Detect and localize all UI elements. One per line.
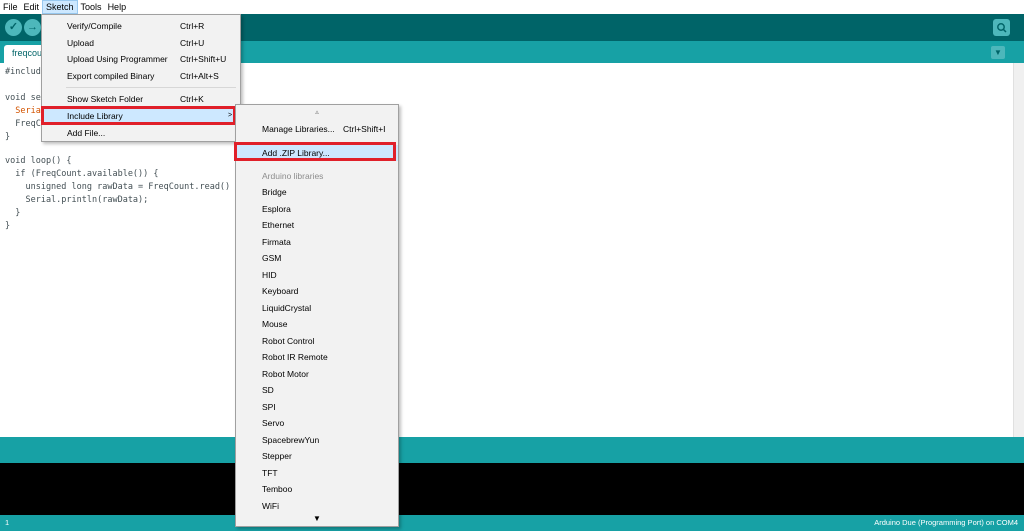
line-number: 1 xyxy=(5,518,10,527)
upload-button[interactable]: → xyxy=(24,19,41,36)
menu-item-add-file[interactable]: Add File... xyxy=(42,125,240,141)
menu-item-shortcut: Ctrl+Shift+U xyxy=(180,54,227,64)
library-item[interactable]: Robot IR Remote xyxy=(236,349,398,365)
library-item[interactable]: SPI xyxy=(236,399,398,415)
library-item-label: Robot Control xyxy=(262,336,315,346)
code-line: Seria xyxy=(5,106,41,116)
library-item[interactable]: Robot Control xyxy=(236,333,398,349)
library-item-label: Stepper xyxy=(262,451,292,461)
library-item[interactable]: SpacebrewYun xyxy=(236,432,398,448)
tab-menu-button[interactable]: ▼ xyxy=(991,46,1005,59)
library-item-label: Firmata xyxy=(262,237,291,247)
menu-item-shortcut: Ctrl+Shift+I xyxy=(343,124,386,134)
menu-item-label: Add File... xyxy=(67,128,106,138)
menu-item-upload-using-programmer[interactable]: Upload Using Programmer Ctrl+Shift+U xyxy=(42,51,240,67)
code-line: } xyxy=(5,221,11,231)
scroll-up-arrow-icon[interactable]: ▵ xyxy=(236,108,398,116)
scroll-down-arrow-icon[interactable]: ▼ xyxy=(236,514,398,523)
library-item[interactable]: Ethernet xyxy=(236,217,398,233)
menu-edit[interactable]: Edit xyxy=(21,0,43,14)
menu-help[interactable]: Help xyxy=(105,0,130,14)
highlight-box-add-zip-library xyxy=(234,142,396,161)
library-item-label: Esplora xyxy=(262,204,291,214)
library-item[interactable]: Firmata xyxy=(236,234,398,250)
highlight-box-include-library xyxy=(41,106,236,125)
menu-item-label: Verify/Compile xyxy=(67,21,122,31)
library-item-label: Ethernet xyxy=(262,220,295,230)
board-port-label: Arduino Due (Programming Port) on COM4 xyxy=(874,518,1018,527)
menu-bar: File Edit Sketch Tools Help xyxy=(0,0,1024,14)
menu-item-shortcut: Ctrl+K xyxy=(180,94,204,104)
magnifier-icon xyxy=(997,23,1007,33)
status-bar xyxy=(0,437,1024,463)
library-item[interactable]: Servo xyxy=(236,415,398,431)
code-line: } xyxy=(5,132,11,142)
library-item-label: Keyboard xyxy=(262,286,299,296)
code-line: unsigned long rawData = FreqCount.read() xyxy=(5,182,231,192)
library-item[interactable]: SD xyxy=(236,382,398,398)
menu-separator xyxy=(66,87,236,88)
serial-monitor-button[interactable] xyxy=(993,19,1010,36)
library-item-label: Temboo xyxy=(262,484,293,494)
menu-tools[interactable]: Tools xyxy=(78,0,105,14)
library-item[interactable]: LiquidCrystal xyxy=(236,300,398,316)
library-item-label: SPI xyxy=(262,402,276,412)
menu-file[interactable]: File xyxy=(0,0,21,14)
library-item[interactable]: WiFi xyxy=(236,498,398,514)
section-header-label: Arduino libraries xyxy=(262,171,324,181)
menu-item-label: Show Sketch Folder xyxy=(67,94,144,104)
menu-item-label: Upload xyxy=(67,38,94,48)
library-item[interactable]: Robot Motor xyxy=(236,366,398,382)
footer-bar: 1 Arduino Due (Programming Port) on COM4 xyxy=(0,515,1024,531)
code-line: FreqC xyxy=(5,119,41,129)
menu-item-manage-libraries[interactable]: Manage Libraries... Ctrl+Shift+I xyxy=(236,121,398,137)
library-item-label: WiFi xyxy=(262,501,279,511)
include-library-submenu: ▵ Manage Libraries... Ctrl+Shift+I Add .… xyxy=(235,104,399,527)
library-item-label: SpacebrewYun xyxy=(262,435,320,445)
code-line: if (FreqCount.available()) { xyxy=(5,169,159,179)
menu-item-shortcut: Ctrl+Alt+S xyxy=(180,71,219,81)
library-item[interactable]: Mouse xyxy=(236,316,398,332)
library-item[interactable]: Bridge xyxy=(236,184,398,200)
menu-item-verify-compile[interactable]: Verify/Compile Ctrl+R xyxy=(42,18,240,34)
library-item[interactable]: Keyboard xyxy=(236,283,398,299)
code-line: #includ xyxy=(5,67,41,77)
menu-item-label: Upload Using Programmer xyxy=(67,54,168,64)
library-item-label: Servo xyxy=(262,418,285,428)
menu-item-export-compiled-binary[interactable]: Export compiled Binary Ctrl+Alt+S xyxy=(42,68,240,84)
menu-item-label: Export compiled Binary xyxy=(67,71,155,81)
library-item-label: Mouse xyxy=(262,319,288,329)
library-item-label: HID xyxy=(262,270,277,280)
editor-scrollbar[interactable] xyxy=(1013,63,1024,437)
library-item-label: GSM xyxy=(262,253,282,263)
chevron-down-icon: ▼ xyxy=(994,48,1002,57)
menu-item-shortcut: Ctrl+U xyxy=(180,38,205,48)
library-item[interactable]: TFT xyxy=(236,465,398,481)
menu-item-label: Manage Libraries... xyxy=(262,124,335,134)
section-header-arduino-libraries: Arduino libraries xyxy=(236,168,398,184)
library-item[interactable]: GSM xyxy=(236,250,398,266)
menu-sketch[interactable]: Sketch xyxy=(42,0,78,14)
menu-item-upload[interactable]: Upload Ctrl+U xyxy=(42,35,240,51)
menu-item-show-sketch-folder[interactable]: Show Sketch Folder Ctrl+K xyxy=(42,91,240,107)
library-item[interactable]: HID xyxy=(236,267,398,283)
menu-item-shortcut: Ctrl+R xyxy=(180,21,205,31)
library-item-label: SD xyxy=(262,385,274,395)
code-line: void se xyxy=(5,93,41,103)
check-icon: ✓ xyxy=(8,21,19,33)
code-line: Serial.println(rawData); xyxy=(5,195,149,205)
library-item[interactable]: Temboo xyxy=(236,481,398,497)
arrow-right-icon: → xyxy=(27,21,38,33)
library-item[interactable]: Stepper xyxy=(236,448,398,464)
verify-button[interactable]: ✓ xyxy=(5,19,22,36)
library-item-label: LiquidCrystal xyxy=(262,303,312,313)
library-item[interactable]: Esplora xyxy=(236,201,398,217)
code-line: void loop() { xyxy=(5,156,72,166)
library-item-label: Robot IR Remote xyxy=(262,352,328,362)
library-item-label: TFT xyxy=(262,468,278,478)
library-item-label: Bridge xyxy=(262,187,287,197)
library-item-label: Robot Motor xyxy=(262,369,309,379)
code-line: } xyxy=(5,208,21,218)
console-output[interactable] xyxy=(0,463,1024,515)
